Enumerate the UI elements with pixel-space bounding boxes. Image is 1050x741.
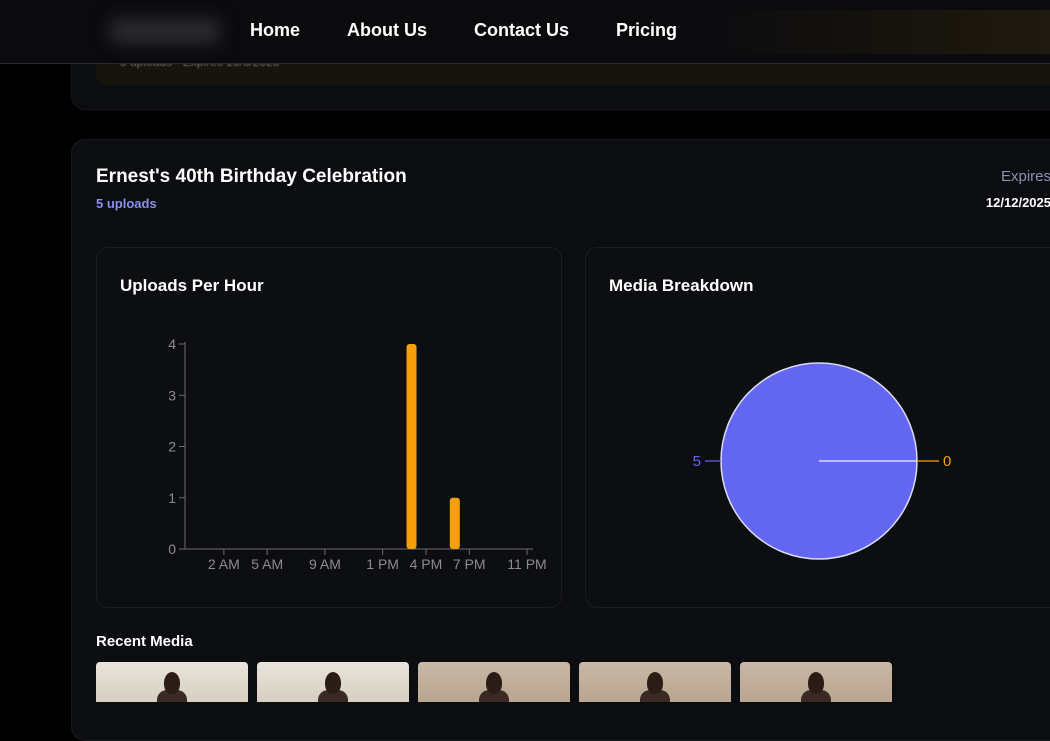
- person-head: [808, 672, 824, 694]
- x-tick-label: 1 PM: [366, 556, 399, 572]
- expires-date: 12/12/2025: [985, 195, 1050, 210]
- media-pie-chart: 50: [693, 362, 951, 560]
- person-head: [647, 672, 663, 694]
- upload-bar: [449, 497, 460, 549]
- nav-glow-decoration: [700, 10, 1050, 54]
- y-tick-label: 2: [168, 439, 176, 455]
- nav-link-home[interactable]: Home: [250, 20, 300, 41]
- y-tick-label: 0: [168, 541, 176, 557]
- person-head: [486, 672, 502, 694]
- x-tick-label: 7 PM: [453, 556, 486, 572]
- recent-media-thumbnail[interactable]: [96, 662, 248, 702]
- recent-media-thumbnail[interactable]: [579, 662, 731, 702]
- uploads-per-hour-panel: Uploads Per Hour 012342 AM 5 AM 9 AM 1 PM 4 …: [96, 247, 562, 608]
- person-head: [325, 672, 341, 694]
- upload-bar: [406, 344, 417, 549]
- blurred-logo: [110, 18, 220, 44]
- x-tick-label: 4 PM: [410, 556, 443, 572]
- event-upload-count: 5 uploads: [96, 196, 157, 211]
- nav-link-about-us[interactable]: About Us: [347, 20, 427, 41]
- top-navigation: Home About Us Contact Us Pricing: [0, 0, 1050, 64]
- nav-link-contact-us[interactable]: Contact Us: [474, 20, 569, 41]
- expires-label: Expires: [1000, 168, 1050, 185]
- uploads-bar-chart: 0 1 2 3 4 2 AM 5 AM 9 AM 1 PM 4 PM 7 PM 11 PM: [168, 336, 547, 572]
- x-tick-label: 11 PM: [507, 556, 546, 572]
- media-breakdown-panel: Media Breakdown 50: [585, 247, 1050, 608]
- recent-media-thumbnail[interactable]: [418, 662, 570, 702]
- recent-media-list: [96, 662, 901, 702]
- y-tick-label: 1: [168, 490, 176, 506]
- x-tick-label: 5 AM: [251, 556, 283, 572]
- pie-data-label: 5: [693, 453, 701, 470]
- x-tick-label: 9 AM: [309, 556, 341, 572]
- x-tick-label: 2 AM: [208, 556, 240, 572]
- event-title: Ernest's 40th Birthday Celebration: [96, 166, 407, 187]
- event-card: Ernest's 40th Birthday Celebration 5 upl…: [71, 139, 1050, 741]
- recent-media-thumbnail[interactable]: [257, 662, 409, 702]
- nav-link-pricing[interactable]: Pricing: [616, 20, 677, 41]
- y-tick-label: 3: [168, 387, 176, 403]
- nav-links: Home About Us Contact Us Pricing: [250, 20, 724, 41]
- recent-media-title: Recent Media: [96, 633, 193, 650]
- person-head: [164, 672, 180, 694]
- pie-data-label: 0: [943, 453, 951, 470]
- y-tick-label: 4: [168, 336, 176, 352]
- recent-media-thumbnail[interactable]: [740, 662, 892, 702]
